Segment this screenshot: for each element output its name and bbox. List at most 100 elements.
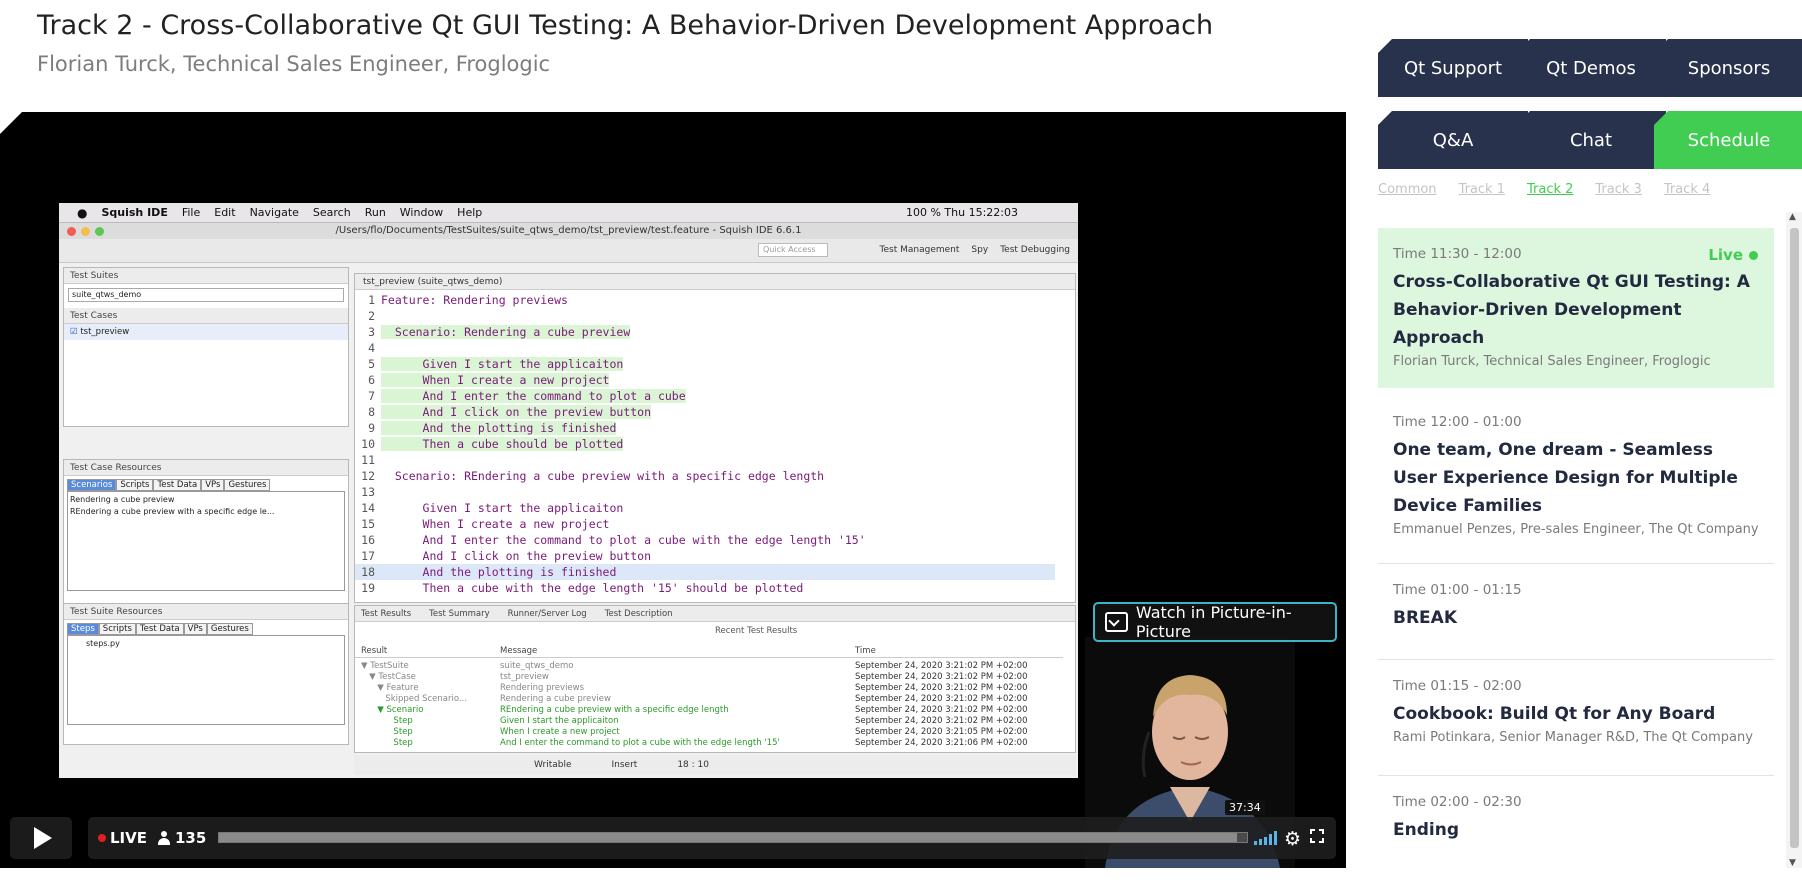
code-line: 15 When I create a new project: [355, 516, 1055, 532]
minimize-dot-icon: [81, 227, 90, 236]
suite-select: suite_qtws_demo: [68, 288, 344, 302]
schedule-time: Time 02:00 - 02:30: [1393, 794, 1522, 810]
suite-tab-scripts: Scripts: [98, 623, 136, 635]
progress-fill: [219, 833, 1237, 842]
code-line: 8 And I click on the preview button: [355, 404, 1055, 420]
line-number: 1: [368, 293, 375, 307]
line-number: 19: [361, 581, 375, 595]
line-number: 6: [368, 373, 375, 387]
scroll-down-icon[interactable]: ▼: [1789, 858, 1796, 868]
code-line: 10 Then a cube should be plotted: [355, 436, 1055, 452]
close-dot-icon: [67, 227, 76, 236]
tab-qa[interactable]: Q&A: [1378, 111, 1528, 169]
line-text: And the plotting is finished: [381, 565, 617, 579]
track-link-2[interactable]: Track 2: [1527, 182, 1573, 197]
resource-tab-vps: VPs: [201, 479, 225, 491]
status-insert: Insert: [611, 760, 638, 770]
code-line: 5 Given I start the applicaiton: [355, 356, 1055, 372]
result-cell: And I enter the command to plot a cube w…: [500, 738, 780, 748]
schedule-item[interactable]: Time 01:00 - 01:15 BREAK: [1378, 564, 1774, 660]
code-editor: tst_preview (suite_qtws_demo) 1 Feature: …: [354, 273, 1076, 603]
line-number: 13: [361, 485, 375, 499]
line-text: When I create a new project: [381, 373, 610, 387]
code-line: 4: [355, 340, 1055, 356]
volume-button[interactable]: [1254, 831, 1277, 845]
code-lines: 1 Feature: Rendering previews 2 3 Scenario:…: [355, 292, 1055, 596]
schedule-item[interactable]: Time 12:00 - 01:00 One team, One dream -…: [1378, 396, 1774, 564]
line-text: Feature: Rendering previews: [381, 293, 568, 307]
schedule-item[interactable]: Time 01:15 - 02:00 Cookbook: Build Qt fo…: [1378, 660, 1774, 776]
resource-tab-test-data: Test Data: [153, 479, 202, 491]
schedule-item-current[interactable]: Time 11:30 - 12:00 Live Cross-Collaborat…: [1378, 228, 1774, 388]
line-text: Given I start the applicaiton: [381, 501, 624, 515]
steps-list: steps.py: [67, 635, 345, 725]
tab-qt-support[interactable]: Qt Support: [1378, 39, 1528, 97]
line-text: And I click on the preview button: [381, 405, 652, 419]
suite-tab-steps: Steps: [67, 623, 99, 635]
tab-schedule[interactable]: Schedule: [1654, 111, 1802, 169]
schedule-list: Time 11:30 - 12:00 Live Cross-Collaborat…: [1378, 212, 1774, 868]
line-text: And I click on the preview button: [381, 549, 652, 563]
video-player[interactable]: ● Squish IDE File Edit Navigate Search R…: [0, 112, 1346, 868]
suite-tab-gestures: Gestures: [206, 623, 253, 635]
tab-chat[interactable]: Chat: [1516, 111, 1666, 169]
line-text: And I enter the command to plot a cube w…: [381, 533, 866, 547]
steps-file: steps.py: [86, 639, 120, 648]
viewer-count-value: 135: [175, 829, 207, 847]
status-cursor: 18 : 10: [677, 760, 709, 770]
scrollbar-thumb[interactable]: [1790, 228, 1799, 848]
menu-help: Help: [457, 206, 483, 219]
live-indicator: LIVE: [98, 829, 147, 847]
code-line: 13: [355, 484, 1055, 500]
menu-run: Run: [364, 206, 386, 219]
schedule-scrollbar[interactable]: ▲ ▼: [1786, 212, 1802, 868]
window-path: /Users/flo/Documents/TestSuites/suite_qt…: [59, 223, 1078, 239]
track-link-common[interactable]: Common: [1378, 182, 1437, 197]
track-link-1[interactable]: Track 1: [1459, 182, 1505, 197]
test-suite-resources-panel: Test Suite Resources Steps Scripts Test …: [63, 603, 349, 745]
results-tab-summary: Test Summary: [429, 609, 490, 619]
scroll-up-icon[interactable]: ▲: [1789, 212, 1796, 222]
player-controls: LIVE 135 37:34 ⚙: [10, 800, 1336, 859]
results-header: Result Message Time: [355, 646, 1063, 658]
schedule-title: Cookbook: Build Qt for Any Board: [1393, 704, 1716, 724]
line-number: 11: [361, 453, 375, 467]
col-message: Message: [500, 646, 538, 656]
pip-icon: [1105, 612, 1128, 632]
tab-sponsors[interactable]: Sponsors: [1654, 39, 1802, 97]
code-line: 11: [355, 452, 1055, 468]
line-number: 7: [368, 389, 375, 403]
code-line: 12 Scenario: REndering a cube preview wi…: [355, 468, 1055, 484]
schedule-title: Cross-Collaborative Qt GUI Testing: A Be…: [1393, 272, 1750, 348]
code-line: 18 And the plotting is finished: [355, 564, 1055, 580]
scenario-item: REndering a cube preview with a specific…: [70, 507, 275, 516]
track-filter: Common Track 1 Track 2 Track 3 Track 4: [1378, 182, 1710, 197]
results-tabs: Test Results Test Summary Runner/Server …: [355, 606, 1075, 622]
schedule-speaker: Florian Turck, Technical Sales Engineer,…: [1393, 354, 1711, 369]
picture-in-picture-button[interactable]: Watch in Picture-in-Picture: [1093, 602, 1337, 642]
track-link-3[interactable]: Track 3: [1595, 182, 1641, 197]
menu-navigate: Navigate: [249, 206, 299, 219]
pip-label: Watch in Picture-in-Picture: [1135, 603, 1292, 641]
track-link-4[interactable]: Track 4: [1664, 182, 1710, 197]
scenario-list: Rendering a cube preview REndering a cub…: [67, 491, 345, 591]
tab-qt-demos[interactable]: Qt Demos: [1516, 39, 1666, 97]
fullscreen-icon[interactable]: [1310, 829, 1324, 843]
schedule-item[interactable]: Time 02:00 - 02:30 Ending: [1378, 776, 1774, 868]
play-button[interactable]: [10, 817, 72, 859]
schedule-speaker: Emmanuel Penzes, Pre-sales Engineer, The…: [1393, 522, 1759, 537]
line-number: 18: [361, 565, 375, 579]
menu-search: Search: [312, 206, 351, 219]
live-dot-icon: [1749, 250, 1758, 260]
line-text: Given I start the applicaiton: [381, 357, 624, 371]
settings-gear-icon[interactable]: ⚙: [1284, 828, 1301, 850]
test-suites-panel: Test Suites suite_qtws_demo Test Cases ☑…: [63, 267, 349, 427]
schedule-title: One team, One dream - Seamless User Expe…: [1393, 440, 1738, 516]
menubar-clock: 100 % Thu 15:22:03: [905, 206, 1018, 219]
quick-access-field: Quick Access: [758, 243, 828, 257]
progress-bar[interactable]: [218, 832, 1248, 843]
page: Track 2 - Cross-Collaborative Qt GUI Tes…: [0, 0, 1802, 886]
line-number: 2: [368, 309, 375, 323]
resource-tab-scripts: Scripts: [116, 479, 154, 491]
checkbox-icon: ☑: [70, 327, 81, 337]
